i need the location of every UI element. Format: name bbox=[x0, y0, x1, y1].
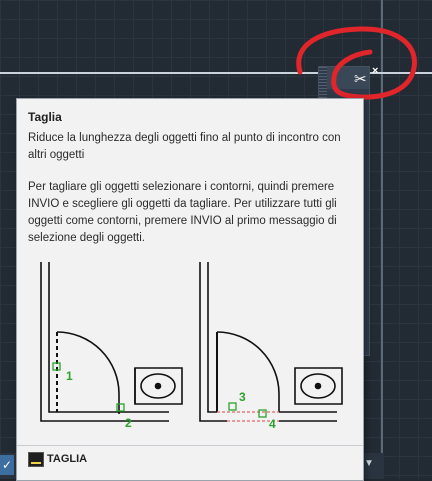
illus-label-3: 3 bbox=[239, 390, 246, 404]
command-icon bbox=[28, 452, 44, 467]
tooltip-command-name: TAGLIA bbox=[47, 453, 88, 465]
tooltip-body: Per tagliare gli oggetti selezionare i c… bbox=[28, 181, 337, 244]
illus-label-2: 2 bbox=[125, 416, 132, 430]
illus-label-1: 1 bbox=[66, 369, 73, 383]
tooltip-cut-off-text bbox=[28, 473, 268, 479]
tooltip-taglia: Taglia Riduce la lunghezza degli oggetti… bbox=[16, 98, 364, 481]
trim-illustration: 1 2 3 4 bbox=[40, 262, 343, 431]
tooltip-description: Riduce la lunghezza degli oggetti fino a… bbox=[28, 132, 341, 161]
command-line-toggle-icon[interactable]: ✓ bbox=[0, 455, 14, 475]
canvas-axis-horizontal bbox=[0, 72, 318, 74]
illus-label-4: 4 bbox=[269, 417, 276, 431]
palette-close-button[interactable]: × bbox=[372, 65, 378, 77]
tooltip-separator bbox=[17, 445, 363, 446]
dropdown-arrow-icon[interactable]: ▼ bbox=[364, 458, 374, 469]
scissors-icon[interactable]: ✂ bbox=[354, 70, 367, 88]
tooltip-title: Taglia bbox=[28, 110, 62, 124]
